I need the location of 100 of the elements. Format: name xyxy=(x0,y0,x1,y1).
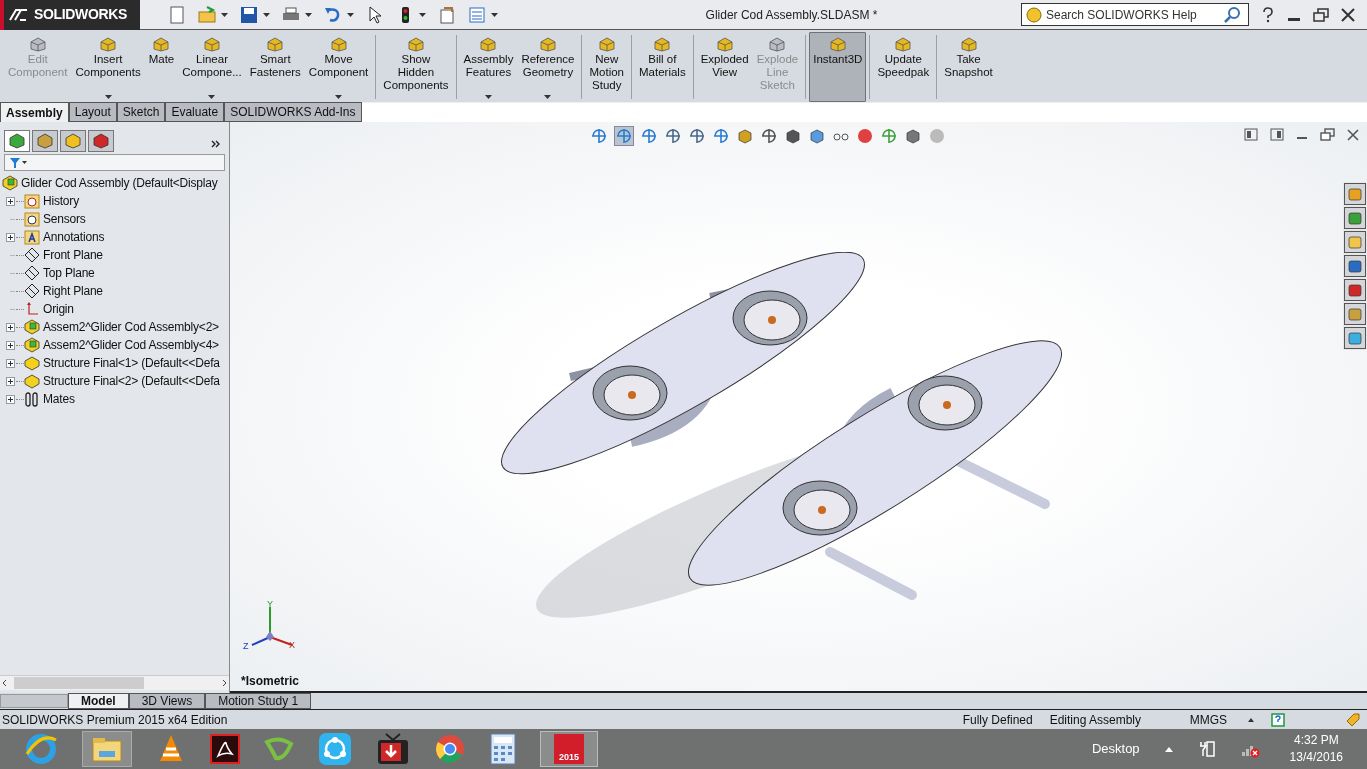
checklist-icon[interactable] xyxy=(468,5,486,24)
tree-item[interactable]: Assem2^Glider Cod Assembly<2> xyxy=(43,318,219,336)
ribbon-button[interactable]: Instant3D xyxy=(809,32,867,102)
ribbon-button[interactable]: Insert Components xyxy=(71,32,145,102)
view-tab[interactable]: 3D Views xyxy=(128,693,206,709)
tile-right-icon[interactable] xyxy=(1270,128,1284,141)
caret-icon[interactable] xyxy=(491,12,498,17)
tile-left-icon[interactable] xyxy=(1244,128,1258,141)
pdf-reader-icon[interactable] xyxy=(210,734,240,764)
view-tab[interactable]: Model xyxy=(68,693,129,709)
tree-item[interactable]: Structure Final<1> (Default<<Defa xyxy=(43,354,220,372)
caret-icon[interactable] xyxy=(484,95,492,99)
caret-icon[interactable] xyxy=(419,12,426,17)
search-field[interactable]: Search SOLIDWORKS Help xyxy=(1021,3,1249,26)
caret-icon[interactable] xyxy=(347,12,354,17)
cube-icon xyxy=(538,36,557,52)
expand-toggle-icon[interactable] xyxy=(5,196,15,206)
pointer-icon[interactable] xyxy=(366,5,384,24)
caret-icon[interactable] xyxy=(335,95,343,99)
caret-icon[interactable] xyxy=(221,12,228,17)
ribbon-button[interactable]: Assembly Features xyxy=(459,32,518,102)
save-icon[interactable] xyxy=(240,5,258,24)
ribbon-button[interactable]: Show Hidden Components xyxy=(379,32,453,102)
battery-plug-icon[interactable] xyxy=(1197,740,1216,758)
horizontal-scrollbar[interactable] xyxy=(0,675,229,690)
caret-icon[interactable] xyxy=(305,12,312,17)
part-icon xyxy=(24,373,40,389)
units-selector[interactable]: MMGS xyxy=(1189,710,1227,729)
expand-toggle-icon[interactable] xyxy=(5,322,15,332)
clock-time[interactable]: 4:32 PM xyxy=(1293,732,1339,749)
clock-date[interactable]: 13/4/2016 xyxy=(1289,749,1343,766)
view-tab[interactable]: Motion Study 1 xyxy=(205,693,312,709)
calculator-icon[interactable] xyxy=(490,733,516,765)
command-tab[interactable]: Sketch xyxy=(116,102,166,122)
tree-item[interactable]: Structure Final<2> (Default<<Defa xyxy=(43,372,220,390)
command-tab[interactable]: Evaluate xyxy=(165,102,225,122)
ribbon-button[interactable]: Update Speedpak xyxy=(873,32,934,102)
filter-icon[interactable] xyxy=(9,156,27,169)
tree-item[interactable]: Top Plane xyxy=(43,264,95,282)
ribbon-button[interactable]: Linear Compone... xyxy=(178,32,246,102)
ribbon-button[interactable]: Exploded View xyxy=(696,32,753,102)
browser-icon[interactable] xyxy=(24,732,58,766)
tag-icon[interactable] xyxy=(1345,711,1361,728)
ribbon-button[interactable]: Take Snapshot xyxy=(940,32,997,102)
restore-icon[interactable] xyxy=(1313,7,1329,22)
tree-item[interactable]: History xyxy=(43,192,79,210)
command-tab[interactable]: Assembly xyxy=(0,102,69,122)
expand-toggle-icon[interactable] xyxy=(5,340,15,350)
undo-icon[interactable] xyxy=(324,5,342,24)
assembly-icon xyxy=(2,175,18,191)
plane-icon xyxy=(24,265,40,281)
filter-field[interactable] xyxy=(4,154,225,171)
expand-toggle-icon[interactable] xyxy=(5,232,15,242)
tree-item[interactable]: Glider Cod Assembly (Default<Display xyxy=(21,174,218,192)
restore-icon[interactable] xyxy=(1320,128,1335,141)
ribbon-button[interactable]: New Motion Study xyxy=(585,32,628,102)
status-text: SOLIDWORKS Premium 2015 x64 Edition xyxy=(2,711,228,729)
expand-toggle-icon[interactable] xyxy=(5,358,15,368)
axis-label: Y xyxy=(267,597,273,611)
ribbon-button[interactable]: Reference Geometry xyxy=(517,32,579,102)
ribbon-button[interactable]: Mate xyxy=(144,32,179,102)
caret-icon[interactable] xyxy=(208,95,216,99)
annotation-folder-icon xyxy=(24,229,40,245)
open-folder-icon[interactable] xyxy=(198,5,216,24)
show-hidden-icons-caret[interactable] xyxy=(1163,745,1174,753)
command-tab[interactable]: SOLIDWORKS Add-Ins xyxy=(224,102,362,122)
history-folder-icon xyxy=(24,193,40,209)
view-label: *Isometric xyxy=(241,673,300,690)
browser-icon[interactable] xyxy=(434,733,466,765)
tree-item[interactable]: Sensors xyxy=(43,210,86,228)
caret-icon[interactable] xyxy=(1247,716,1255,723)
tree-item[interactable]: Right Plane xyxy=(43,282,103,300)
command-tab[interactable]: Layout xyxy=(68,102,117,122)
tree-item[interactable]: Front Plane xyxy=(43,246,103,264)
desktop-toolbar-label[interactable]: Desktop xyxy=(1091,739,1140,759)
plane-icon xyxy=(24,247,40,263)
cube-icon[interactable] xyxy=(808,127,826,145)
ribbon-button[interactable]: Bill of Materials xyxy=(635,32,690,102)
tree-item[interactable]: Origin xyxy=(43,300,74,318)
sensor-folder-icon xyxy=(24,211,40,227)
tree-item[interactable]: Mates xyxy=(43,390,75,408)
caret-icon[interactable] xyxy=(104,95,112,99)
new-document-icon[interactable] xyxy=(168,5,186,24)
window-title: Glider Cod Assembly.SLDASM * xyxy=(704,6,878,24)
caret-icon[interactable] xyxy=(544,95,552,99)
share-app-icon[interactable] xyxy=(318,732,352,766)
caret-icon[interactable] xyxy=(263,12,270,17)
assembly-icon xyxy=(24,337,40,353)
tree-item[interactable]: Assem2^Glider Cod Assembly<4> xyxy=(43,336,219,354)
ribbon-button[interactable]: Move Component xyxy=(304,32,373,102)
close-icon[interactable] xyxy=(1347,128,1359,141)
expand-toggle-icon[interactable] xyxy=(5,376,15,386)
tv-download-icon[interactable] xyxy=(376,732,410,766)
taskbar-app-button[interactable]: 2015 xyxy=(540,731,598,767)
close-icon[interactable] xyxy=(1341,7,1355,22)
ribbon-button[interactable]: Smart Fasteners xyxy=(245,32,305,102)
help-icon[interactable] xyxy=(1261,6,1275,23)
tree-item[interactable]: Annotations xyxy=(43,228,105,246)
expand-toggle-icon[interactable] xyxy=(5,394,15,404)
expand-panel-icon[interactable] xyxy=(211,140,221,148)
